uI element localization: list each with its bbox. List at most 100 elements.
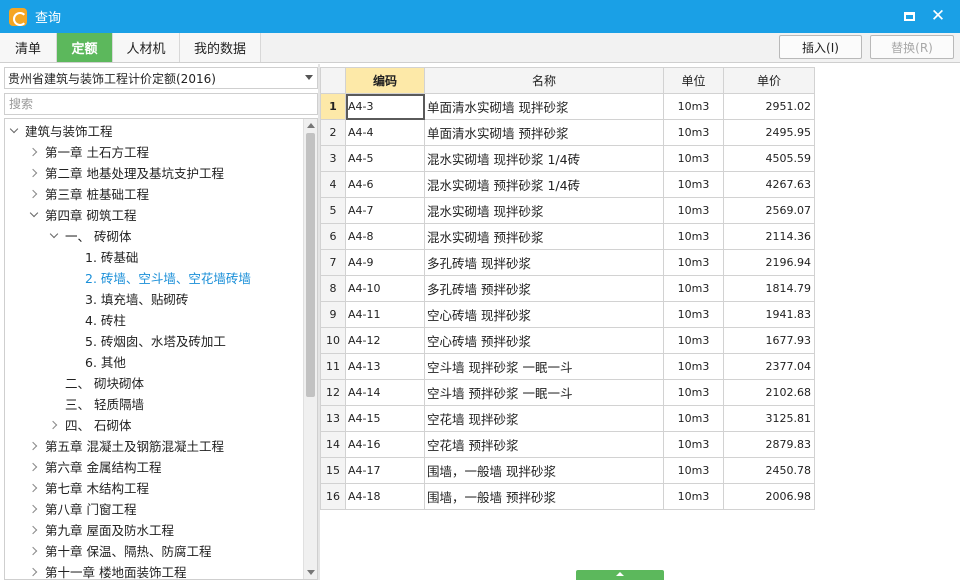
unit-cell[interactable]: 10m3 xyxy=(663,197,724,224)
table-row[interactable]: 14 A4-16 空花墙 预拌砂浆 10m3 2879.83 xyxy=(320,431,815,458)
tree-item[interactable]: 第三章 桩基础工程 xyxy=(5,183,301,204)
row-index-cell[interactable]: 3 xyxy=(320,145,346,172)
chevron-down-icon[interactable] xyxy=(47,229,61,243)
code-cell[interactable]: A4-12 xyxy=(345,327,425,354)
name-cell[interactable]: 围墙，一般墙 现拌砂浆 xyxy=(424,457,664,484)
price-cell[interactable]: 1941.83 xyxy=(723,301,815,328)
table-row[interactable]: 3 A4-5 混水实砌墙 现拌砂浆 1/4砖 10m3 4505.59 xyxy=(320,145,815,172)
scroll-down-icon[interactable] xyxy=(307,570,315,575)
tree-item[interactable]: 第七章 木结构工程 xyxy=(5,477,301,498)
unit-cell[interactable]: 10m3 xyxy=(663,171,724,198)
code-cell[interactable]: A4-15 xyxy=(345,405,425,432)
price-cell[interactable]: 2196.94 xyxy=(723,249,815,276)
table-row[interactable]: 6 A4-8 混水实砌墙 预拌砂浆 10m3 2114.36 xyxy=(320,223,815,250)
col-header-price[interactable]: 单价 xyxy=(723,67,815,94)
unit-cell[interactable]: 10m3 xyxy=(663,431,724,458)
name-cell[interactable]: 单面清水实砌墙 现拌砂浆 xyxy=(424,93,664,120)
unit-cell[interactable]: 10m3 xyxy=(663,119,724,146)
tab-bill[interactable]: 清单 xyxy=(0,33,57,62)
price-cell[interactable]: 2879.83 xyxy=(723,431,815,458)
table-row[interactable]: 4 A4-6 混水实砌墙 预拌砂浆 1/4砖 10m3 4267.63 xyxy=(320,171,815,198)
row-index-cell[interactable]: 1 xyxy=(320,93,346,120)
code-cell[interactable]: A4-17 xyxy=(345,457,425,484)
unit-cell[interactable]: 10m3 xyxy=(663,223,724,250)
price-cell[interactable]: 1814.79 xyxy=(723,275,815,302)
tab-quota[interactable]: 定额 xyxy=(57,33,113,62)
tab-labor-material-machine[interactable]: 人材机 xyxy=(113,33,180,62)
col-header-name[interactable]: 名称 xyxy=(424,67,664,94)
unit-cell[interactable]: 10m3 xyxy=(663,405,724,432)
table-row[interactable]: 2 A4-4 单面清水实砌墙 预拌砂浆 10m3 2495.95 xyxy=(320,119,815,146)
code-cell[interactable]: A4-10 xyxy=(345,275,425,302)
table-row[interactable]: 11 A4-13 空斗墙 现拌砂浆 一眠一斗 10m3 2377.04 xyxy=(320,353,815,380)
row-index-cell[interactable]: 5 xyxy=(320,197,346,224)
tree-item[interactable]: 一、 砖砌体 xyxy=(5,225,301,246)
chevron-right-icon[interactable] xyxy=(47,418,61,432)
unit-cell[interactable]: 10m3 xyxy=(663,249,724,276)
col-header-index[interactable] xyxy=(320,67,346,94)
name-cell[interactable]: 多孔砖墙 预拌砂浆 xyxy=(424,275,664,302)
quota-library-select[interactable]: 贵州省建筑与装饰工程计价定额(2016) xyxy=(4,67,318,89)
chevron-right-icon[interactable] xyxy=(27,187,41,201)
price-cell[interactable]: 2495.95 xyxy=(723,119,815,146)
close-icon[interactable]: ✕ xyxy=(927,6,949,26)
code-cell[interactable]: A4-6 xyxy=(345,171,425,198)
table-row[interactable]: 16 A4-18 围墙，一般墙 预拌砂浆 10m3 2006.98 xyxy=(320,483,815,510)
table-row[interactable]: 12 A4-14 空斗墙 预拌砂浆 一眠一斗 10m3 2102.68 xyxy=(320,379,815,406)
name-cell[interactable]: 混水实砌墙 预拌砂浆 1/4砖 xyxy=(424,171,664,198)
row-index-cell[interactable]: 10 xyxy=(320,327,346,354)
name-cell[interactable]: 多孔砖墙 现拌砂浆 xyxy=(424,249,664,276)
tree-item[interactable]: 6. 其他 xyxy=(5,351,301,372)
row-index-cell[interactable]: 12 xyxy=(320,379,346,406)
search-input[interactable] xyxy=(4,93,318,115)
tree-item[interactable]: 3. 填充墙、贴砌砖 xyxy=(5,288,301,309)
row-index-cell[interactable]: 9 xyxy=(320,301,346,328)
name-cell[interactable]: 空花墙 预拌砂浆 xyxy=(424,431,664,458)
chevron-right-icon[interactable] xyxy=(27,565,41,579)
tree-item[interactable]: 5. 砖烟囱、水塔及砖加工 xyxy=(5,330,301,351)
price-cell[interactable]: 2450.78 xyxy=(723,457,815,484)
unit-cell[interactable]: 10m3 xyxy=(663,457,724,484)
scroll-up-icon[interactable] xyxy=(307,123,315,128)
tree-item[interactable]: 建筑与装饰工程 xyxy=(5,120,301,141)
price-cell[interactable]: 2006.98 xyxy=(723,483,815,510)
price-cell[interactable]: 1677.93 xyxy=(723,327,815,354)
chevron-right-icon[interactable] xyxy=(27,460,41,474)
maximize-icon[interactable] xyxy=(898,6,920,26)
price-cell[interactable]: 2102.68 xyxy=(723,379,815,406)
chevron-right-icon[interactable] xyxy=(27,502,41,516)
name-cell[interactable]: 混水实砌墙 现拌砂浆 1/4砖 xyxy=(424,145,664,172)
table-row[interactable]: 7 A4-9 多孔砖墙 现拌砂浆 10m3 2196.94 xyxy=(320,249,815,276)
chevron-right-icon[interactable] xyxy=(27,145,41,159)
code-cell[interactable]: A4-14 xyxy=(345,379,425,406)
table-row[interactable]: 13 A4-15 空花墙 现拌砂浆 10m3 3125.81 xyxy=(320,405,815,432)
tree-item[interactable]: 第十章 保温、隔热、防腐工程 xyxy=(5,540,301,561)
row-index-cell[interactable]: 13 xyxy=(320,405,346,432)
row-index-cell[interactable]: 7 xyxy=(320,249,346,276)
table-row[interactable]: 8 A4-10 多孔砖墙 预拌砂浆 10m3 1814.79 xyxy=(320,275,815,302)
price-cell[interactable]: 2951.02 xyxy=(723,93,815,120)
code-cell[interactable]: A4-5 xyxy=(345,145,425,172)
price-cell[interactable]: 3125.81 xyxy=(723,405,815,432)
row-index-cell[interactable]: 2 xyxy=(320,119,346,146)
row-index-cell[interactable]: 4 xyxy=(320,171,346,198)
chevron-down-icon[interactable] xyxy=(7,124,21,138)
unit-cell[interactable]: 10m3 xyxy=(663,145,724,172)
name-cell[interactable]: 混水实砌墙 预拌砂浆 xyxy=(424,223,664,250)
unit-cell[interactable]: 10m3 xyxy=(663,301,724,328)
code-cell[interactable]: A4-3 xyxy=(345,93,425,120)
col-header-code[interactable]: 编码 xyxy=(345,67,425,94)
row-index-cell[interactable]: 16 xyxy=(320,483,346,510)
table-row[interactable]: 10 A4-12 空心砖墙 预拌砂浆 10m3 1677.93 xyxy=(320,327,815,354)
tree-item[interactable]: 4. 砖柱 xyxy=(5,309,301,330)
chevron-right-icon[interactable] xyxy=(27,523,41,537)
row-index-cell[interactable]: 8 xyxy=(320,275,346,302)
col-header-unit[interactable]: 单位 xyxy=(663,67,724,94)
tree-scrollbar[interactable] xyxy=(303,119,317,579)
tree-item[interactable]: 第八章 门窗工程 xyxy=(5,498,301,519)
name-cell[interactable]: 空心砖墙 预拌砂浆 xyxy=(424,327,664,354)
unit-cell[interactable]: 10m3 xyxy=(663,327,724,354)
tree-item[interactable]: 四、 石砌体 xyxy=(5,414,301,435)
tree-item[interactable]: 第九章 屋面及防水工程 xyxy=(5,519,301,540)
price-cell[interactable]: 2569.07 xyxy=(723,197,815,224)
